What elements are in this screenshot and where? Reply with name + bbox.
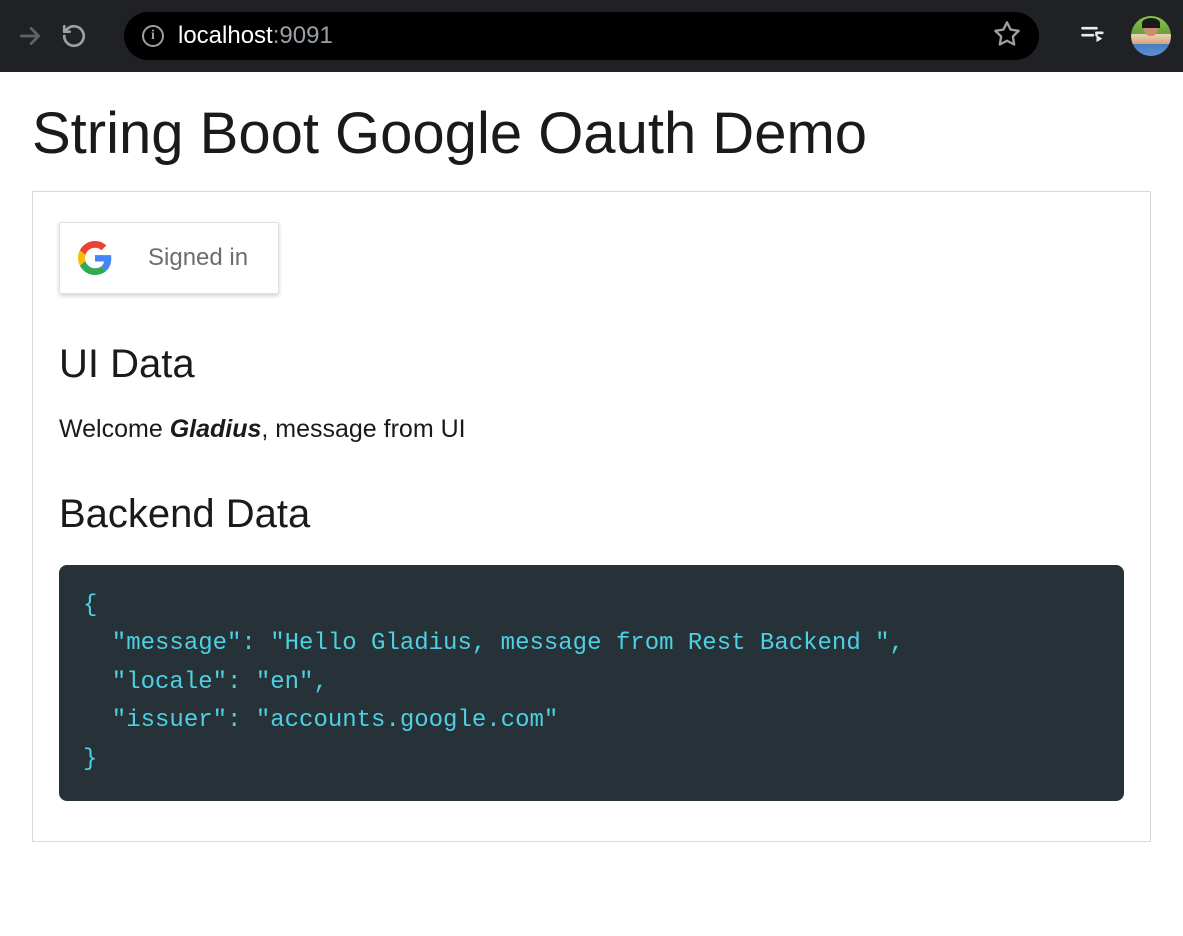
google-logo-icon: [78, 241, 112, 275]
signin-label: Signed in: [148, 244, 248, 272]
address-bar[interactable]: i localhost:9091: [124, 12, 1039, 60]
ui-data-heading: UI Data: [59, 342, 1124, 387]
backend-json-block: { "message": "Hello Gladius, message fro…: [59, 565, 1124, 801]
welcome-suffix: , message from UI: [261, 415, 465, 443]
url-text: localhost:9091: [178, 22, 333, 50]
welcome-message: Welcome Gladius, message from UI: [59, 415, 1124, 444]
welcome-prefix: Welcome: [59, 415, 170, 443]
welcome-name: Gladius: [170, 415, 262, 443]
url-host: localhost: [178, 22, 273, 50]
google-signin-button[interactable]: Signed in: [59, 222, 279, 294]
reload-button[interactable]: [56, 18, 92, 54]
bookmark-star-icon[interactable]: [993, 20, 1021, 53]
media-control-icon[interactable]: [1079, 20, 1107, 53]
backend-data-heading: Backend Data: [59, 492, 1124, 537]
forward-button[interactable]: [12, 18, 48, 54]
url-port: :9091: [273, 22, 333, 50]
site-info-icon[interactable]: i: [142, 25, 164, 47]
content-card: Signed in UI Data Welcome Gladius, messa…: [32, 191, 1151, 842]
page-title: String Boot Google Oauth Demo: [32, 100, 1151, 167]
profile-avatar[interactable]: [1131, 16, 1171, 56]
page-content: String Boot Google Oauth Demo Signed in …: [0, 72, 1183, 870]
browser-toolbar: i localhost:9091: [0, 0, 1183, 72]
